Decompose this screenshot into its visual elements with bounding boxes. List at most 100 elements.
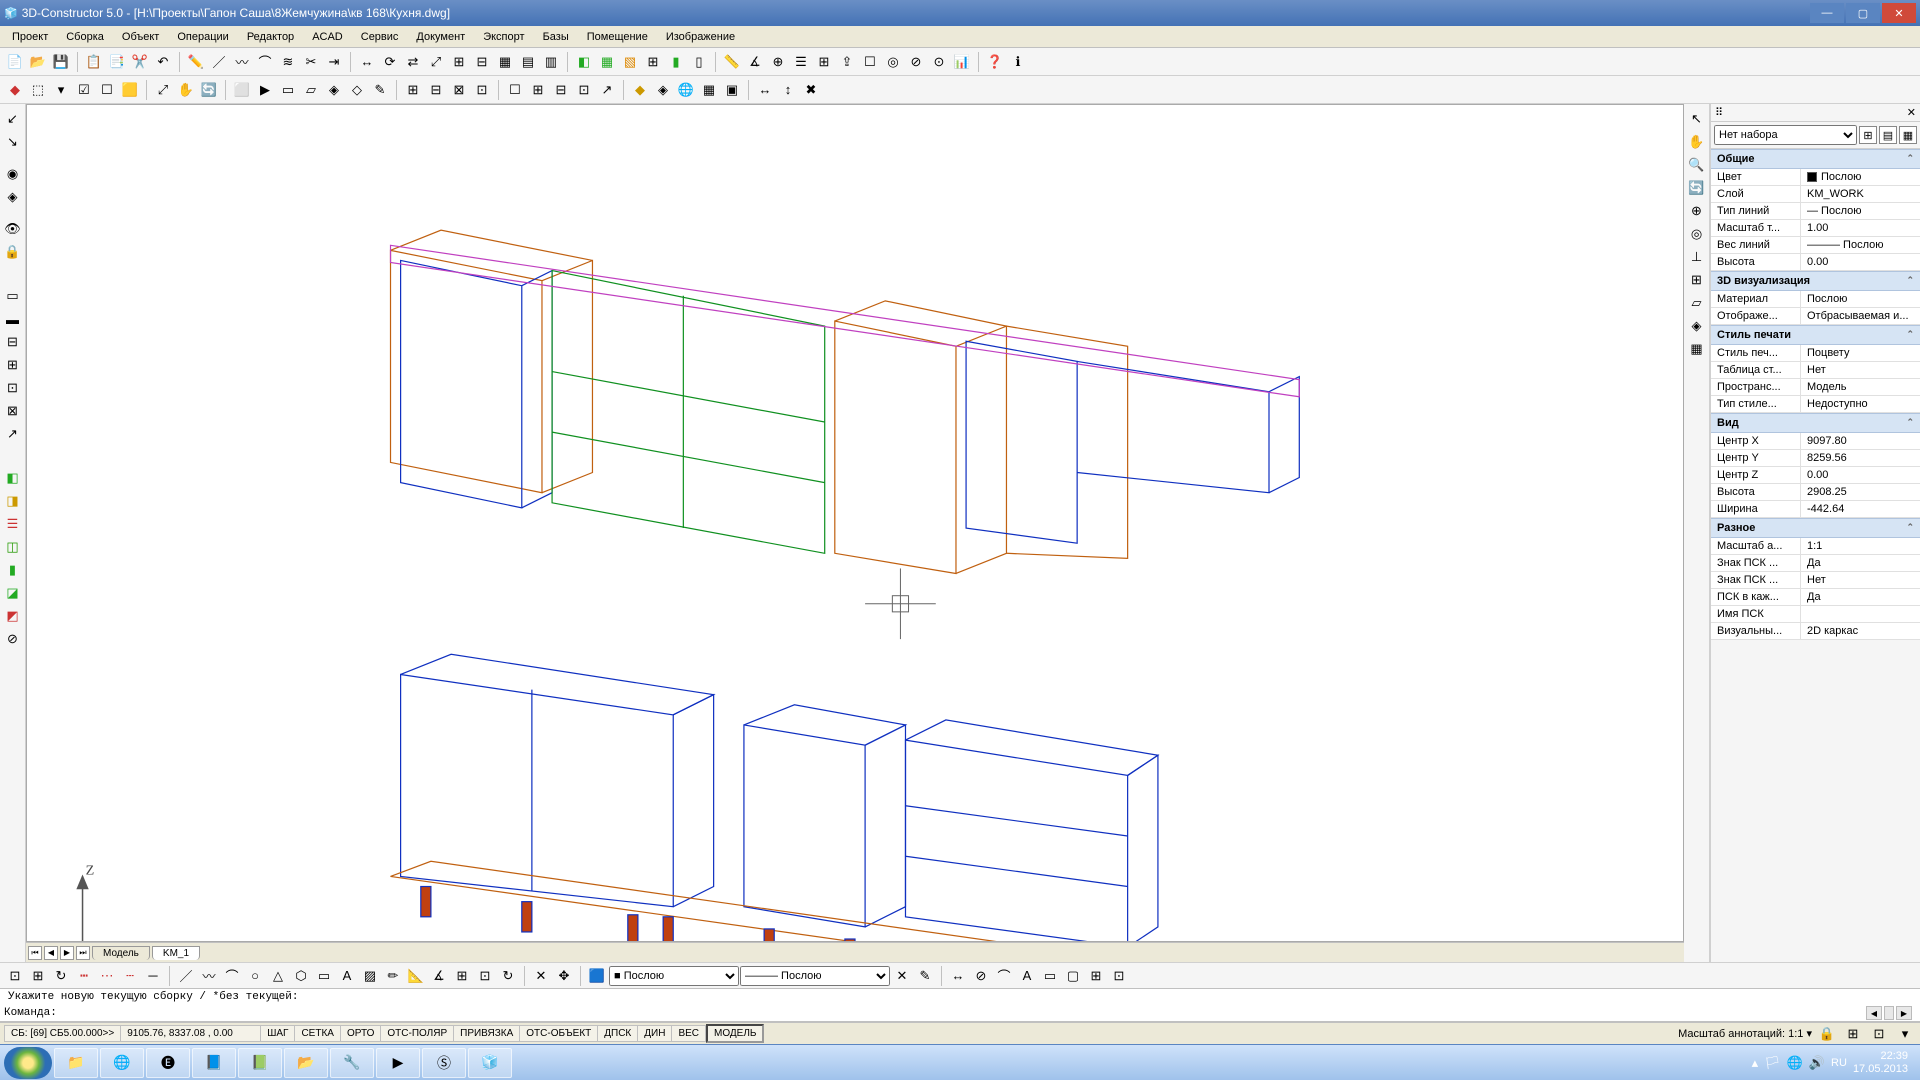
bt-dim2-icon[interactable]: ⊘: [970, 965, 992, 987]
multi-icon[interactable]: ≋: [277, 51, 299, 73]
orange-box-icon[interactable]: ▧: [619, 51, 641, 73]
ucs-icon[interactable]: ◎: [1686, 223, 1708, 245]
tab-first-icon[interactable]: ⏮: [28, 946, 42, 960]
dim2-icon[interactable]: ↔: [754, 79, 776, 101]
task-ie[interactable]: 🅔: [146, 1048, 190, 1078]
menu-room[interactable]: Помещение: [579, 29, 656, 45]
bt-rect-icon[interactable]: ▭: [313, 965, 335, 987]
panel-close-icon[interactable]: ✕: [1907, 106, 1916, 119]
extend-icon[interactable]: ⇥: [323, 51, 345, 73]
asm2-icon[interactable]: ⊟: [425, 79, 447, 101]
menu-service[interactable]: Сервис: [353, 29, 407, 45]
asm1-icon[interactable]: ⊞: [402, 79, 424, 101]
rotate-icon[interactable]: ⟳: [379, 51, 401, 73]
section-view[interactable]: Вид⌃: [1711, 413, 1920, 433]
mat4-icon[interactable]: ▦: [698, 79, 720, 101]
status-ortho[interactable]: ОРТО: [341, 1025, 381, 1042]
bt-solid-icon[interactable]: ─: [142, 965, 164, 987]
sheet2-icon[interactable]: ⊞: [527, 79, 549, 101]
prop-ltype-value[interactable]: — Послою: [1801, 203, 1920, 219]
bt-dim4-icon[interactable]: A: [1016, 965, 1038, 987]
bt-hatch-icon[interactable]: ▨: [359, 965, 381, 987]
vt-e-icon[interactable]: 👁: [2, 218, 24, 240]
vt-k-icon[interactable]: ⊡: [2, 377, 24, 399]
task-excel[interactable]: 📗: [238, 1048, 282, 1078]
filter-icon[interactable]: ▾: [50, 79, 72, 101]
menu-editor[interactable]: Редактор: [239, 29, 302, 45]
vt-a-icon[interactable]: ↙: [2, 108, 24, 130]
fastener-icon[interactable]: ⊙: [928, 51, 950, 73]
green-grid-icon[interactable]: ▦: [596, 51, 618, 73]
dim4-icon[interactable]: ✖: [800, 79, 822, 101]
task-folder[interactable]: 📂: [284, 1048, 328, 1078]
task-skype[interactable]: Ⓢ: [422, 1048, 466, 1078]
bt-x1-icon[interactable]: ✕: [891, 965, 913, 987]
prop-mscale-value[interactable]: 1:1: [1801, 538, 1920, 554]
maximize-button[interactable]: ▢: [1846, 3, 1880, 23]
sheet5-icon[interactable]: ↗: [596, 79, 618, 101]
mat5-icon[interactable]: ▣: [721, 79, 743, 101]
status-polar[interactable]: ОТС-ПОЛЯР: [381, 1025, 454, 1042]
sheet4-icon[interactable]: ⊡: [573, 79, 595, 101]
tray-up-icon[interactable]: ▴: [1752, 1055, 1759, 1071]
green-panel-icon[interactable]: ▮: [665, 51, 687, 73]
drill-icon[interactable]: ⊘: [905, 51, 927, 73]
vt-i-icon[interactable]: ⊟: [2, 331, 24, 353]
status-i1-icon[interactable]: 🔒: [1816, 1023, 1838, 1045]
snap-icon[interactable]: ⊕: [767, 51, 789, 73]
bt-dot-icon[interactable]: ⋯: [96, 965, 118, 987]
vt-u-icon[interactable]: ⊘: [2, 628, 24, 650]
vt-p-icon[interactable]: ☰: [2, 513, 24, 535]
prop-cx-value[interactable]: 9097.80: [1801, 433, 1920, 449]
bt-circ-icon[interactable]: ○: [244, 965, 266, 987]
bt-x2-icon[interactable]: ✎: [914, 965, 936, 987]
close-button[interactable]: ✕: [1882, 3, 1916, 23]
hole-icon[interactable]: ◎: [882, 51, 904, 73]
command-input[interactable]: [57, 1005, 1862, 1021]
green-cube-icon[interactable]: ◧: [573, 51, 595, 73]
bt-tri-icon[interactable]: △: [267, 965, 289, 987]
side-icon[interactable]: ▭: [277, 79, 299, 101]
arc-icon[interactable]: ⌒: [254, 51, 276, 73]
export-icon[interactable]: ⇪: [836, 51, 858, 73]
status-osnap[interactable]: ПРИВЯЗКА: [454, 1025, 520, 1042]
start-button[interactable]: [4, 1047, 52, 1079]
panel-icon[interactable]: ▯: [688, 51, 710, 73]
vt-f-icon[interactable]: 🔒: [2, 241, 24, 263]
status-snap[interactable]: ШАГ: [261, 1025, 295, 1042]
menu-image[interactable]: Изображение: [658, 29, 743, 45]
prop-vw-value[interactable]: -442.64: [1801, 501, 1920, 517]
persp-icon[interactable]: ◇: [346, 79, 368, 101]
pan2-icon[interactable]: ✋: [1686, 131, 1708, 153]
bt-orbit-icon[interactable]: ↻: [50, 965, 72, 987]
vt-m-icon[interactable]: ↗: [2, 423, 24, 445]
edit-icon[interactable]: ✏️: [185, 51, 207, 73]
bt-snap1-icon[interactable]: ⊡: [4, 965, 26, 987]
cut-icon[interactable]: ✂️: [129, 51, 151, 73]
play-icon[interactable]: ▶: [254, 79, 276, 101]
move-icon[interactable]: ↔: [356, 51, 378, 73]
section-general[interactable]: Общие⌃: [1711, 149, 1920, 169]
task-browser[interactable]: 🌐: [100, 1048, 144, 1078]
prop-pstyle-value[interactable]: Поцвету: [1801, 345, 1920, 361]
status-i2-icon[interactable]: ⊞: [1842, 1023, 1864, 1045]
menu-acad[interactable]: ACAD: [304, 29, 351, 45]
trim-icon[interactable]: ✂: [300, 51, 322, 73]
plane-icon[interactable]: ▱: [1686, 292, 1708, 314]
quick-select-icon[interactable]: ⊞: [1859, 126, 1877, 144]
bt-pen-icon[interactable]: ✏: [382, 965, 404, 987]
task-player[interactable]: ▶: [376, 1048, 420, 1078]
minimize-button[interactable]: —: [1810, 3, 1844, 23]
orbit2-icon[interactable]: 🔄: [1686, 177, 1708, 199]
array-icon[interactable]: ⊞: [448, 51, 470, 73]
table-icon[interactable]: ⊞: [813, 51, 835, 73]
iso2-icon[interactable]: ◈: [1686, 315, 1708, 337]
undo-icon[interactable]: ↶: [152, 51, 174, 73]
dim3-icon[interactable]: ↕: [777, 79, 799, 101]
vt-q-icon[interactable]: ◫: [2, 536, 24, 558]
status-i3-icon[interactable]: ⊡: [1868, 1023, 1890, 1045]
current-color-dropdown[interactable]: ■ Послою: [609, 966, 739, 986]
status-i4-icon[interactable]: ▾: [1894, 1023, 1916, 1045]
bt-dim-icon[interactable]: 📐: [405, 965, 427, 987]
current-linetype-dropdown[interactable]: ——— Послою: [740, 966, 890, 986]
